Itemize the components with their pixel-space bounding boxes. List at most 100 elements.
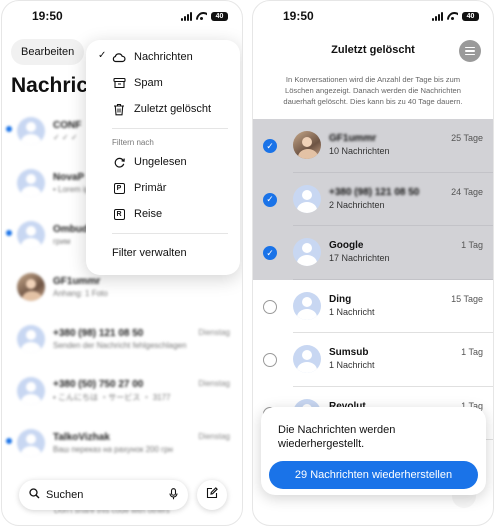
message-preview: • こんにちは ・サービス ・ 3177 [53, 393, 171, 402]
avatar [293, 238, 321, 266]
message-date: Dienstag [198, 432, 230, 441]
microphone-icon[interactable] [169, 487, 178, 503]
message-count: 1 Nachricht [329, 360, 375, 370]
message-count: 1 Nachricht [329, 306, 375, 317]
avatar [293, 345, 321, 373]
contact-name: GF1ummr [53, 276, 101, 287]
trash-icon [112, 102, 126, 116]
select-checkbox[interactable]: ✓ [263, 192, 277, 207]
list-item[interactable]: Ding 1 Nachricht 15 Tage [253, 280, 493, 333]
menu-item-messages[interactable]: ✓ Nachrichten [86, 44, 240, 70]
primary-icon: P [112, 181, 126, 195]
checkmark-icon: ✓ [266, 247, 274, 258]
info-text: In Konversationen wird die Anzahl der Ta… [283, 75, 463, 106]
list-item[interactable]: +380 (98) 121 08 50 Dienstag Senden der Na… [2, 313, 242, 365]
status-time: 19:50 [32, 9, 63, 23]
message-count: 17 Nachrichten [329, 253, 390, 263]
contact-name: GF1ummr [329, 133, 377, 144]
message-count: 2 Nachrichten [329, 199, 385, 210]
page-title: Zuletzt gelöscht [331, 44, 415, 56]
unread-dot [6, 230, 12, 236]
contact-name: +380 (50) 750 27 00 [53, 379, 144, 390]
list-item[interactable]: ✓ GF1ummr 10 Nachrichten 25 Tage [253, 119, 493, 173]
list-item[interactable]: TalkoVizhak Dienstag Ваш переказ на рахуно… [2, 417, 242, 469]
contact-name: +380 (98) 121 08 50 [329, 186, 420, 198]
avatar [17, 273, 45, 301]
menu-item-manage-filters[interactable]: Filter verwalten [86, 240, 240, 266]
message-preview: Ваш переказ на рахунок 200 грн [53, 445, 173, 454]
contact-name: Ding [329, 293, 352, 305]
menu-item-primary[interactable]: P Primär [86, 175, 240, 201]
contact-name: TalkoVizhak [53, 432, 110, 443]
avatar [293, 184, 321, 213]
menu-button[interactable] [459, 40, 481, 62]
checkmark-icon: ✓ [266, 194, 274, 204]
restore-sheet: Die Nachrichten werden wiederhergestellt… [261, 407, 486, 495]
status-time: 19:50 [283, 9, 314, 23]
avatar [17, 377, 45, 405]
menu-section-header: Filtern nach [112, 137, 154, 147]
spam-box-icon [112, 76, 126, 90]
menu-divider [112, 128, 228, 129]
wifi-icon [447, 12, 458, 21]
search-icon [29, 488, 40, 502]
message-preview: Senden der Nachricht fehlgeschlagen [53, 341, 187, 350]
signal-icon [432, 11, 443, 21]
select-checkbox[interactable] [263, 299, 277, 314]
battery-icon: 40 [211, 11, 228, 21]
select-checkbox[interactable]: ✓ [263, 246, 277, 260]
contact-name: Google [329, 240, 364, 251]
contact-name: NovaP [53, 172, 85, 183]
refresh-icon [112, 155, 126, 169]
compose-button[interactable] [197, 480, 227, 510]
message-date: Dienstag [198, 328, 230, 337]
select-checkbox[interactable] [263, 353, 277, 367]
checkmark-icon: ✓ [266, 140, 274, 151]
menu-item-spam[interactable]: Spam [86, 70, 240, 96]
list-item[interactable]: +380 (50) 750 27 00 Dienstag • こんにちは ・サービス… [2, 365, 242, 417]
message-count: 10 Nachrichten [329, 146, 390, 156]
signal-icon [181, 11, 192, 21]
battery-icon: 40 [462, 11, 479, 21]
menu-item-unread[interactable]: Ungelesen [86, 149, 240, 175]
contact-name: CONF [53, 120, 82, 131]
menu-item-travel[interactable]: R Reise [86, 201, 240, 227]
list-item[interactable]: Sumsub 1 Nachricht 1 Tag [253, 333, 493, 387]
days-remaining: 25 Tage [451, 133, 483, 143]
list-item[interactable]: ✓ Google 17 Nachrichten 1 Tag [253, 226, 493, 280]
hamburger-icon [465, 46, 475, 49]
contact-name: +380 (98) 121 08 50 [53, 328, 144, 339]
days-remaining: 1 Tag [461, 240, 483, 250]
avatar [293, 291, 321, 320]
restore-button[interactable]: 29 Nachrichten wiederherstellen [269, 461, 478, 489]
filter-menu: ✓ Nachrichten Spam Zuletzt gelöscht Filt… [86, 40, 240, 275]
contact-name: Sumsub [329, 347, 369, 358]
recently-deleted-screen: 19:50 40 Zuletzt gelöscht In Konversatio… [252, 0, 494, 526]
days-remaining: 15 Tage [451, 293, 483, 304]
deleted-conversation-list: ✓ GF1ummr 10 Nachrichten 25 Tage ✓ +380 (98) … [253, 119, 493, 440]
status-bar: 19:50 40 [253, 1, 493, 31]
days-remaining: 24 Tage [451, 186, 483, 197]
message-date: Dienstag [198, 379, 230, 388]
menu-item-recently-deleted[interactable]: Zuletzt gelöscht [86, 96, 240, 122]
wifi-icon [196, 12, 207, 21]
avatar [17, 169, 45, 197]
avatar [17, 117, 45, 145]
select-checkbox[interactable]: ✓ [263, 139, 277, 153]
edit-button[interactable]: Bearbeiten [11, 39, 85, 65]
checkmark-icon: ✓ [98, 50, 107, 61]
search-bar[interactable]: Suchen [19, 480, 188, 510]
restore-message: Die Nachrichten werden wiederhergestellt… [278, 424, 396, 450]
search-label: Suchen [46, 489, 84, 501]
avatar [293, 131, 321, 159]
avatar [17, 325, 45, 353]
compose-icon [206, 486, 218, 504]
list-item[interactable]: ✓ +380 (98) 121 08 50 2 Nachrichten 24 Tage [253, 172, 493, 226]
days-remaining: 1 Tag [461, 347, 483, 357]
travel-icon: R [112, 207, 126, 221]
unread-dot [6, 438, 12, 444]
unread-dot [6, 126, 12, 132]
avatar [17, 221, 45, 249]
avatar [17, 429, 45, 457]
messages-screen: 19:50 40 Bearbeiten Nachrichten CONF ✓ ✓ … [1, 0, 243, 526]
